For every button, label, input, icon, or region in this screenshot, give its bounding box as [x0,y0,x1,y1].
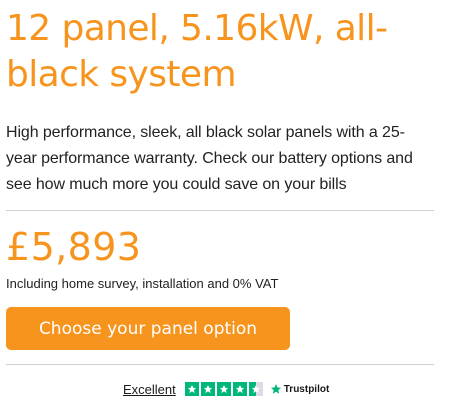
trustpilot-star-icon [270,384,281,394]
product-card: 12 panel, 5.16kW, all-black system High … [6,0,434,365]
trustpilot-logo[interactable]: Trustpilot [270,383,330,395]
trustpilot-widget[interactable]: Excellent Trustpilot [123,380,329,398]
trustpilot-stars [184,382,263,396]
divider [6,210,434,211]
trustpilot-rating-label[interactable]: Excellent [123,382,176,397]
product-description: High performance, sleek, all black solar… [6,124,413,193]
star-icon [184,382,199,396]
star-icon [232,382,247,396]
trustpilot-brand: Trustpilot [283,383,330,395]
price-note: Including home survey, installation and … [6,276,279,291]
star-icon [216,382,231,396]
choose-panel-option-button[interactable]: Choose your panel option [6,307,290,350]
divider [6,364,434,365]
half-star-icon [248,382,263,396]
price: £5,893 [6,225,142,269]
product-title: 12 panel, 5.16kW, all-black system [6,8,388,95]
star-icon [200,382,215,396]
